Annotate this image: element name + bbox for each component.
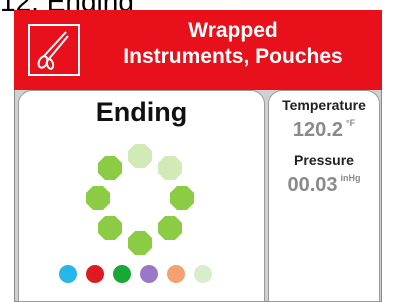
phase-dot-red [86,265,104,283]
header-banner: Wrapped Instruments, Pouches [14,10,382,90]
cycle-status-panel: Ending [18,90,265,302]
temperature-label: Temperature [282,97,366,113]
spinner-dot-bottom [128,231,152,255]
spinner-dot-lower-right [158,216,182,240]
pressure-unit: inHg [340,173,361,183]
program-title-line1: Wrapped [188,19,278,42]
program-title: Wrapped Instruments, Pouches [88,18,378,70]
pressure-value: 00.03 [287,174,338,196]
spinner-dot-left [86,186,110,210]
phase-dots [59,265,212,283]
temperature-readout: 120.2 °F [269,118,379,142]
temperature-unit: °F [345,118,356,128]
program-title-line2: Instruments, Pouches [123,45,343,68]
spinner-dot-lower-left [98,216,122,240]
phase-dot-pale-green [194,265,212,283]
spinner-dot-top [128,144,152,168]
pressure-readout: 00.03 inHg [269,173,379,197]
spinner-dot-upper-right [158,156,182,180]
pressure-label: Pressure [294,152,354,168]
cycle-status-label: Ending [95,97,188,127]
phase-dot-blue [59,265,77,283]
phase-dot-orange [167,265,185,283]
readings-panel: Temperature 120.2 °F Pressure 00.03 inHg [268,90,380,302]
spinner-dot-right [170,186,194,210]
phase-dot-green [113,265,131,283]
spinner-dot-upper-left [98,156,122,180]
temperature-value: 120.2 [292,119,343,141]
progress-spinner [86,144,194,255]
scissors-icon [28,24,80,76]
phase-dot-purple [140,265,158,283]
